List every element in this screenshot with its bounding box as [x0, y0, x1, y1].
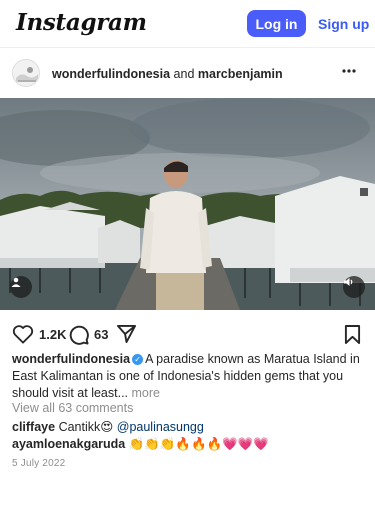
post-header: wonderfulindonesia and marcbenjamin [0, 49, 375, 98]
share-icon[interactable] [116, 324, 137, 344]
top-bar: Instagram Log in Sign up [0, 0, 375, 48]
save-action[interactable] [344, 324, 361, 345]
like-action[interactable]: 1.2K [12, 324, 66, 344]
more-horizontal-icon[interactable] [342, 64, 356, 83]
comment-username[interactable]: cliffaye [12, 420, 55, 434]
comment-count[interactable]: 63 [94, 327, 108, 342]
comment-text: 👏👏👏🔥🔥🔥💗💗💗 [128, 437, 269, 451]
author-avatar[interactable] [12, 59, 40, 87]
post-caption: wonderfulindonesia ✓ A paradise known as M… [12, 351, 364, 402]
action-bar: 1.2K 63 [0, 318, 375, 352]
comment-mention[interactable]: @paulinasungg [117, 420, 204, 434]
comment-row: cliffaye Cantikk😍 @paulinasungg [12, 419, 204, 434]
login-button[interactable]: Log in [247, 10, 306, 37]
comment-icon[interactable] [68, 324, 89, 345]
post-photo [0, 98, 375, 310]
like-count[interactable]: 1.2K [39, 327, 66, 342]
user-tag-icon[interactable] [10, 276, 32, 298]
author-secondary[interactable]: marcbenjamin [198, 67, 283, 81]
comment-action[interactable]: 63 [68, 324, 108, 345]
comment-text: Cantikk😍 [58, 420, 117, 434]
author-joiner: and [170, 67, 198, 81]
author-primary[interactable]: wonderfulindonesia [52, 67, 170, 81]
instagram-logo[interactable]: Instagram [16, 9, 147, 36]
signup-link[interactable]: Sign up [318, 10, 369, 37]
caption-username[interactable]: wonderfulindonesia [12, 352, 130, 366]
share-action[interactable] [116, 324, 137, 344]
view-all-comments-link[interactable]: View all 63 comments [12, 401, 133, 415]
caption-more-link[interactable]: more [128, 386, 160, 400]
audio-icon[interactable] [343, 276, 365, 298]
comment-username[interactable]: ayamloenakgaruda [12, 437, 125, 451]
post-authors: wonderfulindonesia and marcbenjamin [52, 67, 283, 81]
bookmark-icon[interactable] [344, 324, 361, 345]
comment-row: ayamloenakgaruda 👏👏👏🔥🔥🔥💗💗💗 [12, 437, 269, 452]
post-media[interactable] [0, 98, 375, 310]
post-date[interactable]: 5 July 2022 [12, 458, 65, 469]
verified-badge-icon: ✓ [132, 354, 144, 366]
heart-icon[interactable] [12, 324, 34, 344]
avatar-image [13, 60, 39, 86]
